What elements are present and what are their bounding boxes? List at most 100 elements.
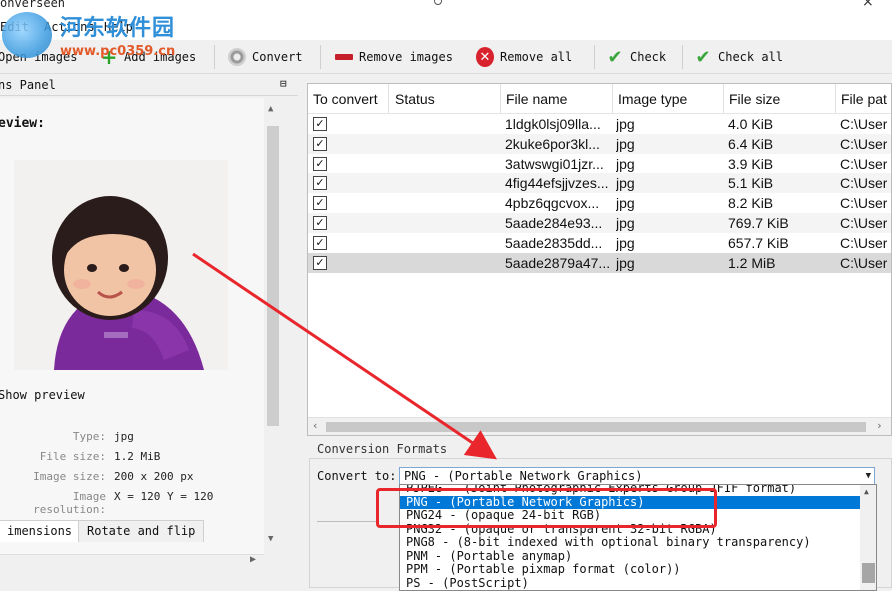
cell-file-path: C:\User <box>840 135 888 152</box>
cell-file-size: 5.1 KiB <box>728 175 774 192</box>
cell-image-type: jpg <box>616 195 635 212</box>
convert-button[interactable]: Convert <box>228 47 303 67</box>
col-file-name[interactable]: File name <box>506 91 567 107</box>
child-photo-icon <box>14 160 228 370</box>
dropdown-scrollbar[interactable]: ▲ <box>860 485 876 590</box>
panel-tabs: imensions Rotate and flip <box>0 520 264 542</box>
cell-file-size: 6.4 KiB <box>728 135 774 152</box>
cell-image-type: jpg <box>616 234 635 251</box>
row-checkbox[interactable]: ✓ <box>313 235 327 250</box>
cell-file-path: C:\User <box>840 195 888 212</box>
show-preview-checkbox[interactable]: Show preview <box>0 388 85 402</box>
tab-rotate-and-flip[interactable]: Rotate and flip <box>78 520 205 542</box>
column-divider[interactable] <box>612 84 613 114</box>
watermark-logo-icon <box>2 12 52 58</box>
image-preview <box>14 160 228 370</box>
format-select-value: PNG - (Portable Network Graphics) <box>404 469 643 483</box>
scroll-up-icon[interactable]: ▲ <box>864 487 869 496</box>
window-indicator-icon <box>434 0 442 5</box>
scroll-right-icon[interactable]: › <box>876 419 883 432</box>
remove-circle-icon: ✕ <box>476 47 494 67</box>
scroll-thumb[interactable] <box>862 563 875 583</box>
cell-file-name: 4fig44efsjjvzes... <box>505 175 609 192</box>
cell-image-type: jpg <box>616 175 635 192</box>
column-divider[interactable] <box>500 84 501 114</box>
col-image-type[interactable]: Image type <box>618 91 687 107</box>
row-checkbox[interactable]: ✓ <box>313 216 327 230</box>
cell-file-name: 3atwswgi01jzr... <box>505 155 604 172</box>
col-status[interactable]: Status <box>395 91 435 107</box>
watermark: 河东软件园 www.pc0359.cn <box>2 8 202 64</box>
scroll-thumb[interactable] <box>267 126 279 426</box>
column-divider[interactable] <box>723 84 724 114</box>
info-row-resolution: Image resolution: X = 120 Y = 120 <box>0 490 264 516</box>
table-row[interactable]: ✓ 4fig44efsjjvzes... jpg 5.1 KiB C:\User <box>308 173 891 194</box>
cell-image-type: jpg <box>616 116 635 132</box>
col-file-size[interactable]: File size <box>729 91 780 107</box>
info-key: Image resolution: <box>33 490 106 516</box>
dropdown-option[interactable]: PNG8 - (8-bit indexed with optional bina… <box>400 536 860 550</box>
scroll-up-icon[interactable]: ▲ <box>268 104 273 114</box>
row-checkbox[interactable]: ✓ <box>313 136 327 151</box>
scroll-down-icon[interactable]: ▼ <box>268 534 273 544</box>
cell-file-path: C:\User <box>840 234 888 251</box>
table-header: To convert Status File name Image type F… <box>308 84 891 114</box>
cell-file-name: 2kuke6por3kl... <box>505 135 600 152</box>
row-checkbox[interactable]: ✓ <box>313 196 327 211</box>
row-checkbox[interactable]: ✓ <box>313 117 327 131</box>
format-select[interactable]: PNG - (Portable Network Graphics) ▼ <box>399 467 875 485</box>
table-row[interactable]: ✓ 5aade284e93... jpg 769.7 KiB C:\User <box>308 213 891 233</box>
dropdown-option[interactable]: PPM - (Portable pixmap format (color)) <box>400 563 860 577</box>
dropdown-option[interactable]: PNM - (Portable anymap) <box>400 549 860 564</box>
remove-all-button[interactable]: ✕ Remove all <box>476 47 572 67</box>
options-panel: ns Panel ⊟ eview: Show preview Type: jpg… <box>0 74 298 591</box>
watermark-text: 河东软件园 <box>60 16 176 41</box>
checkmark-icon: ✔ <box>695 46 711 68</box>
row-checkbox[interactable]: ✓ <box>313 176 327 191</box>
convert-label: Convert <box>252 50 303 64</box>
table-row[interactable]: ✓ 5aade2835dd... jpg 657.7 KiB C:\User <box>308 233 891 253</box>
remove-images-button[interactable]: Remove images <box>335 47 453 67</box>
table-row[interactable]: ✓ 1ldgk0lsj09lla... jpg 4.0 KiB C:\User <box>308 114 891 134</box>
panel-content: eview: Show preview Type: jpg File size:… <box>0 98 264 568</box>
scroll-left-icon[interactable]: ‹ <box>312 419 319 432</box>
check-all-button[interactable]: ✔ Check all <box>694 46 783 68</box>
preview-heading: eview: <box>0 116 45 131</box>
column-divider[interactable] <box>388 84 389 114</box>
cell-file-path: C:\User <box>840 116 888 132</box>
scroll-thumb[interactable] <box>326 422 866 432</box>
cell-image-type: jpg <box>616 155 635 172</box>
dropdown-option[interactable]: PS - (PostScript) <box>400 576 860 591</box>
close-window-button[interactable]: × <box>862 0 874 10</box>
cell-file-size: 8.2 KiB <box>728 195 774 212</box>
row-checkbox[interactable]: ✓ <box>313 255 327 270</box>
cell-file-name: 5aade2879a47... <box>505 254 609 271</box>
dock-icon[interactable]: ⊟ <box>280 77 287 90</box>
panel-horizontal-scrollbar[interactable]: ▶ <box>0 554 264 568</box>
watermark-url: www.pc0359.cn <box>60 44 176 59</box>
check-label: Check <box>630 50 667 64</box>
cell-file-size: 769.7 KiB <box>728 215 789 231</box>
table-row[interactable]: ✓ 3atwswgi01jzr... jpg 3.9 KiB C:\User <box>308 154 891 174</box>
panel-vertical-scrollbar[interactable]: ▲ ▼ <box>264 98 282 568</box>
table-row[interactable]: ✓ 2kuke6por3kl... jpg 6.4 KiB C:\User <box>308 133 891 154</box>
table-row[interactable]: ✓ 4pbz6qgcvox... jpg 8.2 KiB C:\User <box>308 193 891 213</box>
col-file-path[interactable]: File pat <box>841 91 887 107</box>
remove-images-label: Remove images <box>359 50 453 64</box>
info-value: 200 x 200 px <box>114 470 194 483</box>
table-horizontal-scrollbar[interactable]: ‹ › <box>308 417 891 435</box>
annotation-highlight-box <box>376 488 717 528</box>
col-to-convert[interactable]: To convert <box>313 91 378 107</box>
row-checkbox[interactable]: ✓ <box>313 156 327 171</box>
check-button[interactable]: ✔ Check <box>606 46 667 68</box>
cell-file-name: 1ldgk0lsj09lla... <box>505 116 601 132</box>
chevron-down-icon[interactable]: ▼ <box>866 468 871 484</box>
table-row[interactable]: ✓ 5aade2879a47... jpg 1.2 MiB C:\User <box>308 252 891 273</box>
toolbar-separator <box>594 45 595 69</box>
checkmark-icon: ✔ <box>607 46 623 68</box>
column-divider[interactable] <box>835 84 836 114</box>
cell-image-type: jpg <box>616 135 635 152</box>
scroll-right-icon[interactable]: ▶ <box>250 554 256 565</box>
panel-title: ns Panel <box>0 78 56 92</box>
tab-dimensions[interactable]: imensions <box>0 520 82 542</box>
